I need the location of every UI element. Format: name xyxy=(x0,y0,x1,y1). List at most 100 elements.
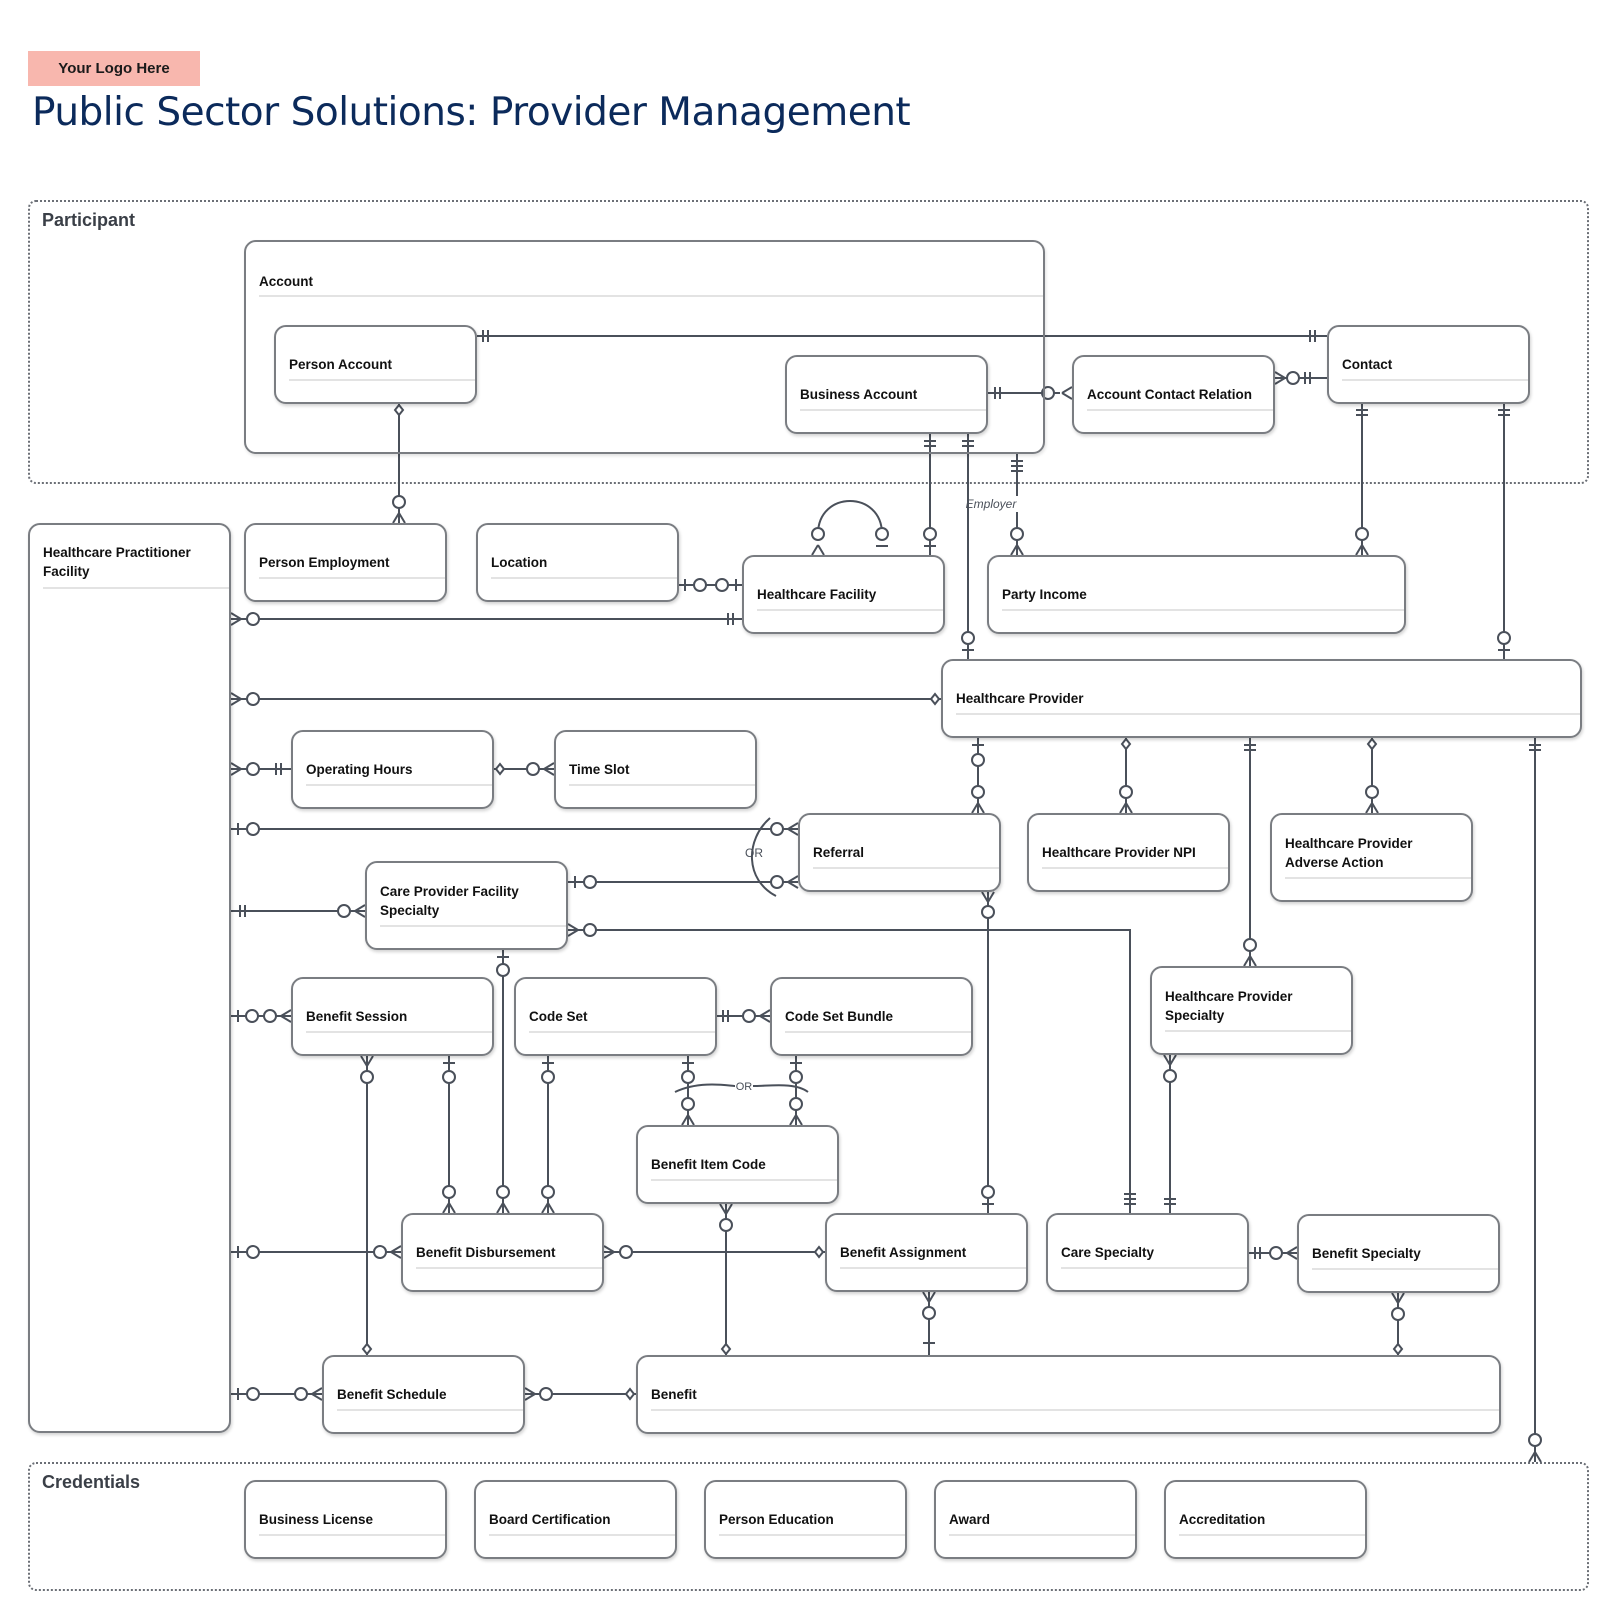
crows-foot-icon xyxy=(987,891,995,903)
entity-person-employment[interactable]: Person Employment xyxy=(244,523,447,602)
crows-foot-icon xyxy=(1534,1451,1542,1463)
connector-line xyxy=(1286,1246,1298,1254)
entity-divider xyxy=(785,1031,971,1033)
entity-account-contact-relation[interactable]: Account Contact Relation xyxy=(1072,355,1275,434)
employer-label: Employer xyxy=(966,497,1018,511)
entity-award[interactable]: Award xyxy=(934,1480,1137,1559)
optional-circle-icon xyxy=(693,578,707,592)
entity-divider xyxy=(43,587,229,589)
entity-name: Award xyxy=(949,1512,991,1527)
diamond-icon xyxy=(720,1342,732,1356)
optional-circle-icon xyxy=(770,875,784,889)
entity-divider xyxy=(1087,409,1273,411)
entity-divider xyxy=(949,1534,1135,1536)
crows-foot-icon xyxy=(448,1202,456,1214)
optional-circle-icon xyxy=(337,904,351,918)
entity-benefit-schedule[interactable]: Benefit Schedule xyxy=(322,1355,525,1434)
crows-foot-icon xyxy=(928,1291,936,1303)
entity-accreditation[interactable]: Accreditation xyxy=(1164,1480,1367,1559)
connector-line xyxy=(230,692,242,700)
entity-divider xyxy=(1061,1267,1247,1269)
optional-circle-icon xyxy=(541,1070,555,1084)
entity-name: Location xyxy=(491,555,548,570)
optional-circle-icon xyxy=(246,762,260,776)
entity-healthcare-provider-adverse-action[interactable]: Healthcare Provider Adverse Action xyxy=(1270,813,1473,902)
or-arc xyxy=(752,1084,809,1093)
connector-line xyxy=(311,1387,323,1395)
optional-circle-icon xyxy=(526,762,540,776)
self-relation-arc xyxy=(817,500,883,535)
entity-name: Benefit Specialty xyxy=(1312,1246,1421,1261)
crows-foot-icon xyxy=(687,1114,695,1126)
entity-name: Benefit Schedule xyxy=(337,1387,447,1402)
entity-care-specialty[interactable]: Care Specialty xyxy=(1046,1213,1249,1292)
connector-line xyxy=(922,1291,930,1303)
entity-name: Person Account xyxy=(289,357,393,372)
connector-line xyxy=(524,1387,536,1395)
entity-benefit-session[interactable]: Benefit Session xyxy=(291,977,494,1056)
entity-divider xyxy=(306,784,492,786)
optional-circle-icon xyxy=(263,1009,277,1023)
optional-circle-icon xyxy=(246,822,260,836)
entity-referral[interactable]: Referral xyxy=(798,813,1001,892)
entity-healthcare-practitioner-facility[interactable]: Healthcare Practitioner Facility xyxy=(28,523,231,1433)
entity-person-account[interactable]: Person Account xyxy=(274,325,477,404)
entity-business-license[interactable]: Business License xyxy=(244,1480,447,1559)
entity-divider xyxy=(840,1267,1026,1269)
entity-business-account[interactable]: Business Account xyxy=(785,355,988,434)
crows-foot-icon xyxy=(795,1114,803,1126)
optional-circle-icon xyxy=(811,527,825,541)
connector-line xyxy=(543,762,555,770)
entity-divider xyxy=(289,379,475,381)
entity-divider xyxy=(813,867,999,869)
entity-contact[interactable]: Contact xyxy=(1327,325,1530,404)
entity-time-slot[interactable]: Time Slot xyxy=(554,730,757,809)
entity-benefit-disbursement[interactable]: Benefit Disbursement xyxy=(401,1213,604,1292)
entity-benefit[interactable]: Benefit xyxy=(636,1355,1501,1434)
entity-healthcare-provider-specialty[interactable]: Healthcare Provider Specialty xyxy=(1150,966,1353,1055)
entity-benefit-assignment[interactable]: Benefit Assignment xyxy=(825,1213,1028,1292)
crows-foot-icon xyxy=(1249,955,1257,967)
entity-divider xyxy=(489,1534,675,1536)
crows-foot-icon xyxy=(230,768,242,776)
connector-line xyxy=(392,512,400,524)
entity-location[interactable]: Location xyxy=(476,523,679,602)
optional-circle-icon xyxy=(245,1009,259,1023)
connector-line xyxy=(442,1202,450,1214)
entity-divider xyxy=(1165,1030,1351,1032)
entity-care-provider-facility-specialty[interactable]: Care Provider Facility Specialty xyxy=(365,861,568,950)
entity-divider xyxy=(1285,877,1471,879)
or-label-benefit-item-code: OR xyxy=(736,1081,753,1093)
diamond-icon xyxy=(1392,1342,1404,1356)
optional-circle-icon xyxy=(246,1387,260,1401)
entity-divider xyxy=(757,609,943,611)
optional-circle-icon xyxy=(392,495,406,509)
crows-foot-icon xyxy=(1397,1292,1405,1304)
entity-name: Account Contact Relation xyxy=(1087,387,1253,402)
optional-circle-icon xyxy=(961,631,975,645)
connector-line xyxy=(541,1202,549,1214)
entity-operating-hours[interactable]: Operating Hours xyxy=(291,730,494,809)
entity-code-set[interactable]: Code Set xyxy=(514,977,717,1056)
entity-board-certification[interactable]: Board Certification xyxy=(474,1480,677,1559)
optional-circle-icon xyxy=(246,612,260,626)
entity-healthcare-provider[interactable]: Healthcare Provider xyxy=(941,659,1582,738)
connector-line xyxy=(681,1114,689,1126)
entity-divider xyxy=(259,1534,445,1536)
entity-name: Healthcare Provider xyxy=(956,691,1084,706)
entity-healthcare-facility[interactable]: Healthcare Facility xyxy=(742,555,945,634)
optional-circle-icon xyxy=(981,905,995,919)
diamond-icon xyxy=(361,1342,373,1356)
crows-foot-icon xyxy=(725,1203,733,1215)
entity-person-education[interactable]: Person Education xyxy=(704,1480,907,1559)
entity-divider xyxy=(651,1409,1499,1411)
entity-healthcare-provider-npi[interactable]: Healthcare Provider NPI xyxy=(1027,813,1230,892)
entity-divider xyxy=(569,784,755,786)
entity-code-set-bundle[interactable]: Code Set Bundle xyxy=(770,977,973,1056)
entity-benefit-item-code[interactable]: Benefit Item Code xyxy=(636,1125,839,1204)
entity-name: Business License xyxy=(259,1512,374,1527)
entity-benefit-specialty[interactable]: Benefit Specialty xyxy=(1297,1214,1500,1293)
entity-name: Person Employment xyxy=(259,555,390,570)
optional-circle-icon xyxy=(1010,527,1024,541)
entity-party-income[interactable]: Party Income xyxy=(987,555,1406,634)
